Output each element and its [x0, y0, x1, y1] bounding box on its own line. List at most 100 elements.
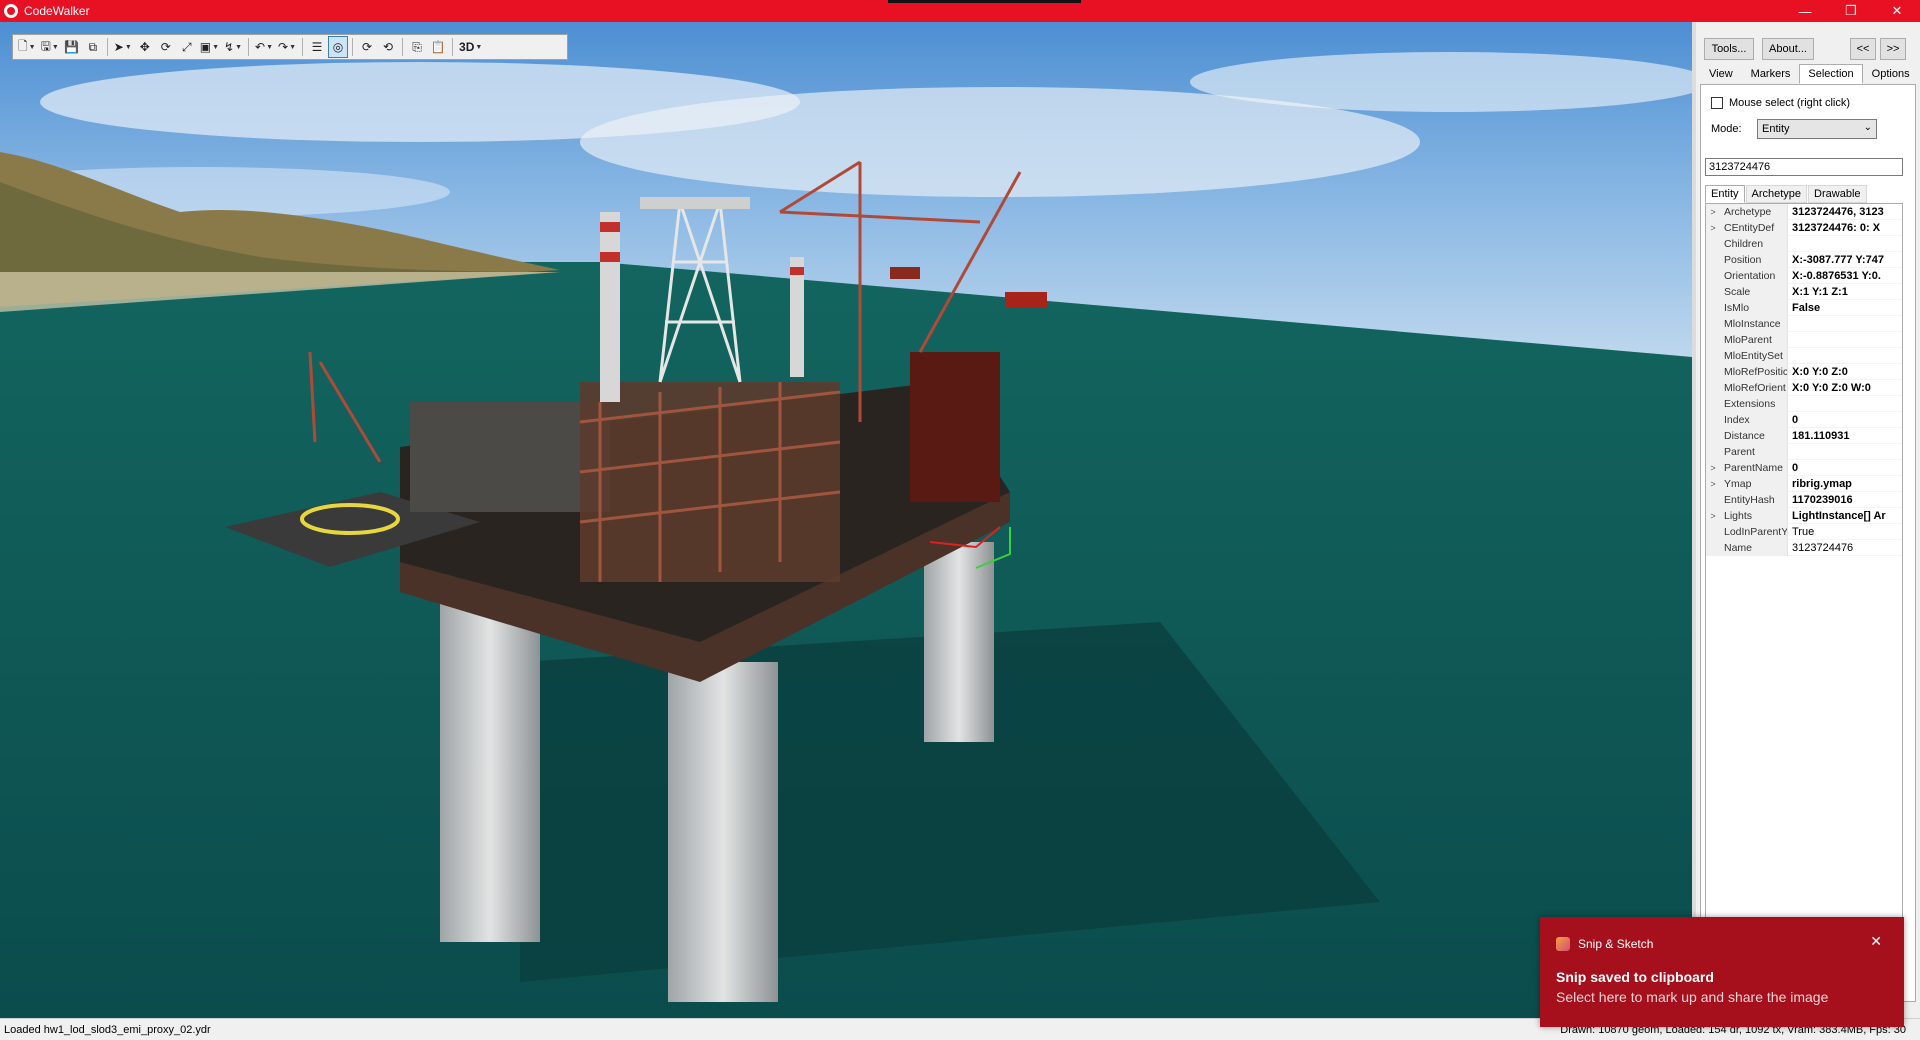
open-button[interactable]: 🖫 ▼ [39, 36, 61, 58]
restore-button[interactable]: ❐ [1828, 0, 1874, 22]
property-row[interactable]: Scale X:1 Y:1 Z:1 [1706, 283, 1902, 300]
property-row[interactable]: Index 0 [1706, 411, 1902, 428]
property-gutter [1706, 379, 1720, 396]
scale-tool-button[interactable]: ⤢ [177, 36, 197, 58]
mouse-select-checkbox[interactable] [1711, 97, 1723, 109]
property-name: Position [1720, 251, 1788, 268]
property-value[interactable] [1788, 396, 1902, 412]
view-mode-button[interactable]: 3D ▼ [457, 36, 484, 58]
toast-close-button[interactable]: ✕ [1870, 933, 1882, 950]
property-row[interactable]: EntityHash 1170239016 [1706, 491, 1902, 508]
path-button[interactable]: ↯ ▼ [222, 36, 244, 58]
collapse-button[interactable]: << [1850, 38, 1876, 60]
property-row[interactable]: Name 3123724476 [1706, 539, 1902, 556]
property-row[interactable]: > ParentName 0 [1706, 459, 1902, 476]
redo-button[interactable]: ↷ ▼ [276, 36, 298, 58]
tab-markers[interactable]: Markers [1742, 64, 1800, 84]
property-row[interactable]: Parent [1706, 443, 1902, 460]
close-button[interactable]: ✕ [1874, 0, 1920, 22]
property-row[interactable]: > Ymap ribrig.ymap [1706, 475, 1902, 492]
save-button[interactable]: 💾 [62, 36, 82, 58]
select-tool-button[interactable]: ➤ ▼ [112, 36, 134, 58]
snip-sketch-app-icon [1556, 937, 1570, 951]
property-value[interactable] [1788, 316, 1902, 332]
move-tool-button[interactable]: ✥ [135, 36, 155, 58]
property-value[interactable] [1788, 444, 1902, 460]
property-value[interactable] [1788, 236, 1902, 252]
property-row[interactable]: > CEntityDef 3123724476: 0: X [1706, 219, 1902, 236]
subtab-drawable[interactable]: Drawable [1808, 185, 1867, 203]
property-row[interactable]: LodInParentY True [1706, 523, 1902, 540]
paste-button[interactable]: 📋 [428, 36, 448, 58]
property-value[interactable]: X:0 Y:0 Z:0 W:0 [1788, 380, 1902, 396]
undo-button[interactable]: ↶ ▼ [253, 36, 275, 58]
minimize-button[interactable]: — [1782, 0, 1828, 22]
expand-arrow-icon[interactable]: > [1706, 219, 1720, 236]
property-row[interactable]: Orientation X:-0.8876531 Y:0. [1706, 267, 1902, 284]
redo-icon: ↷ [278, 40, 289, 54]
mode-label: Mode: [1711, 123, 1742, 135]
property-row[interactable]: MloEntitySet [1706, 347, 1902, 364]
new-button[interactable]: 🗋 ▼ [16, 36, 38, 58]
mode-select[interactable]: Entity ⌄ [1757, 119, 1877, 139]
property-value[interactable]: 3123724476, 3123 [1788, 204, 1902, 220]
info-button[interactable]: ☰ [307, 36, 327, 58]
property-value[interactable]: X:0 Y:0 Z:0 [1788, 364, 1902, 380]
property-row[interactable]: Distance 181.110931 [1706, 427, 1902, 444]
property-gutter [1706, 443, 1720, 460]
3d-viewport[interactable] [0, 22, 1692, 1018]
property-value[interactable]: False [1788, 300, 1902, 316]
property-value[interactable]: 181.110931 [1788, 428, 1902, 444]
snip-capture-marker [888, 0, 1081, 3]
expand-arrow-icon[interactable]: > [1706, 459, 1720, 476]
mouse-select-row[interactable]: Mouse select (right click) [1711, 97, 1850, 109]
property-value[interactable]: X:-0.8876531 Y:0. [1788, 268, 1902, 284]
tab-options[interactable]: Options [1863, 64, 1919, 84]
tools-button[interactable]: Tools... [1704, 38, 1754, 60]
property-value[interactable]: 0 [1788, 460, 1902, 476]
copy-button[interactable]: ⎘ [407, 36, 427, 58]
property-value[interactable] [1788, 332, 1902, 348]
property-value[interactable] [1788, 348, 1902, 364]
property-row[interactable]: MloInstance [1706, 315, 1902, 332]
subtab-entity[interactable]: Entity [1705, 185, 1745, 203]
snip-notification-toast[interactable]: Snip & Sketch ✕ Snip saved to clipboard … [1540, 917, 1904, 1027]
property-row[interactable]: Position X:-3087.777 Y:747 [1706, 251, 1902, 268]
property-value[interactable]: 1170239016 [1788, 492, 1902, 508]
camera-button[interactable]: ◎ [328, 36, 349, 58]
property-row[interactable]: IsMlo False [1706, 299, 1902, 316]
expand-arrow-icon[interactable]: > [1706, 204, 1720, 220]
property-row[interactable]: MloRefOrient X:0 Y:0 Z:0 W:0 [1706, 379, 1902, 396]
property-value[interactable]: 3123724476 [1788, 540, 1902, 556]
property-value[interactable]: X:-3087.777 Y:747 [1788, 252, 1902, 268]
property-name: IsMlo [1720, 299, 1788, 316]
property-value[interactable]: True [1788, 524, 1902, 540]
rotate-tool-button[interactable]: ⟳ [156, 36, 176, 58]
property-row[interactable]: MloParent [1706, 331, 1902, 348]
save-all-button[interactable]: ⧉ [83, 36, 103, 58]
expand-arrow-icon[interactable]: > [1706, 475, 1720, 492]
property-row[interactable]: > Archetype 3123724476, 3123 [1706, 204, 1902, 220]
property-value[interactable]: ribrig.ymap [1788, 476, 1902, 492]
property-value[interactable]: LightInstance[] Ar [1788, 508, 1902, 524]
tab-view[interactable]: View [1700, 64, 1742, 84]
property-row[interactable]: Children [1706, 235, 1902, 252]
rotate-ccw-button[interactable]: ⟲ [378, 36, 398, 58]
property-name: MloRefOrient [1720, 379, 1788, 396]
property-grid[interactable]: > Archetype 3123724476, 3123 > CEntityDef 312… [1705, 203, 1903, 995]
tab-selection[interactable]: Selection [1799, 64, 1863, 84]
expand-button[interactable]: >> [1880, 38, 1906, 60]
property-row[interactable]: > Lights LightInstance[] Ar [1706, 507, 1902, 524]
property-value[interactable]: X:1 Y:1 Z:1 [1788, 284, 1902, 300]
property-value[interactable]: 0 [1788, 412, 1902, 428]
rotate-cw-button[interactable]: ⟳ [357, 36, 377, 58]
snap-button[interactable]: ▣ ▼ [198, 36, 221, 58]
property-row[interactable]: Extensions [1706, 395, 1902, 412]
property-value[interactable]: 3123724476: 0: X [1788, 220, 1902, 236]
property-gutter [1706, 315, 1720, 332]
expand-arrow-icon[interactable]: > [1706, 507, 1720, 524]
property-row[interactable]: MloRefPositic X:0 Y:0 Z:0 [1706, 363, 1902, 380]
about-button[interactable]: About... [1762, 38, 1814, 60]
subtab-archetype[interactable]: Archetype [1745, 185, 1808, 203]
selection-search-input[interactable]: 3123724476 [1705, 158, 1903, 176]
